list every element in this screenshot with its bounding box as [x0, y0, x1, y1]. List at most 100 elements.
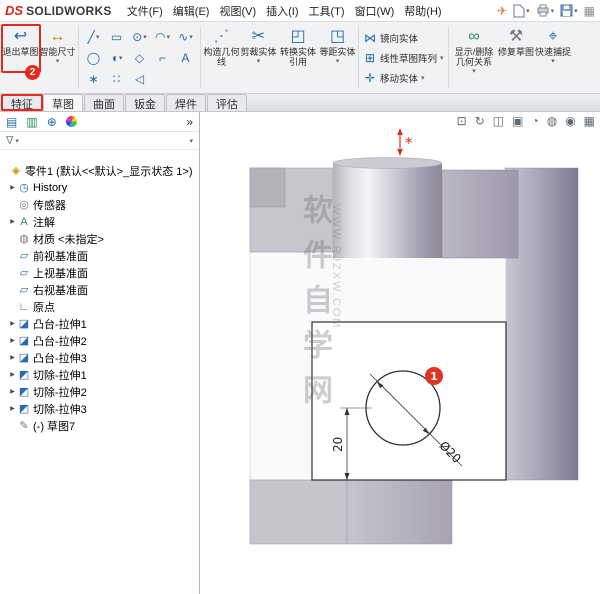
- sketch-rectangle[interactable]: [311, 321, 507, 481]
- offset-entities-button[interactable]: ◳ 等距实体 ▾: [319, 24, 356, 91]
- save-button[interactable]: ▾: [560, 4, 578, 17]
- menu-help[interactable]: 帮助(H): [399, 1, 446, 21]
- repair-sketch-button[interactable]: ⚒ 修复草图: [498, 24, 535, 91]
- appearances-icon[interactable]: ◉: [565, 114, 575, 128]
- repair-sketch-icon: ⚒: [508, 28, 524, 45]
- tree-item-cut-extrude2[interactable]: ▶ ◩ 切除-拉伸2: [0, 383, 199, 400]
- hide-items-icon[interactable]: ◍: [547, 114, 557, 128]
- mirror-entities-button[interactable]: ⋈ 镜向实体: [363, 28, 444, 48]
- model-left-foot: [249, 479, 348, 545]
- tab-evaluate[interactable]: 评估: [207, 94, 247, 111]
- expand-arrow-icon[interactable]: ▶: [8, 337, 17, 344]
- convert-entities-button[interactable]: ◰ 转换实体引用: [277, 24, 319, 91]
- expand-arrow-icon[interactable]: ▶: [8, 320, 17, 327]
- sketch-origin-marker[interactable]: *: [397, 128, 413, 156]
- tree-item-sensors[interactable]: ◎ 传感器: [0, 196, 199, 213]
- display-style-icon[interactable]: ◔: [531, 114, 538, 128]
- tree-item-cut-extrude3[interactable]: ▶ ◩ 切除-拉伸3: [0, 400, 199, 417]
- section-view-icon[interactable]: ◫: [493, 114, 504, 128]
- graphics-viewport[interactable]: ⊡ ↻ ◫ ▣ ◔ ◍ ◉ ▦ Ø20 20 * 1 软件自学网 WWW.RJZ…: [200, 112, 600, 594]
- displaymanager-tab-icon[interactable]: [65, 116, 77, 127]
- pattern-icon[interactable]: ∷: [105, 68, 128, 89]
- expand-arrow-icon[interactable]: ▶: [8, 184, 17, 191]
- circle-icon[interactable]: ⊙ ▾: [128, 26, 151, 47]
- tab-sheet-metal[interactable]: 钣金: [125, 94, 165, 111]
- menu-tools[interactable]: 工具(T): [304, 1, 350, 21]
- plane-icon: ▱: [19, 267, 29, 279]
- fillet-icon[interactable]: ⌐: [151, 47, 174, 68]
- dropdown-caret-icon[interactable]: ▾: [15, 137, 19, 145]
- dropdown-caret-icon: ▾: [95, 33, 100, 41]
- configurationmanager-tab-icon[interactable]: ⊕: [47, 115, 57, 129]
- menu-file[interactable]: 文件(F): [122, 1, 168, 21]
- tree-item-boss-extrude1[interactable]: ▶ ◪ 凸台-拉伸1: [0, 315, 199, 332]
- quick-snaps-button[interactable]: ⌖ 快速捕捉 ▾: [535, 24, 572, 91]
- vertical-dimension-text[interactable]: 20: [331, 437, 345, 452]
- spline-icon[interactable]: ∿ ▾: [174, 26, 197, 47]
- text-icon[interactable]: A: [174, 47, 197, 68]
- menu-insert[interactable]: 插入(I): [261, 1, 303, 21]
- tree-item-part[interactable]: ◈ 零件1 (默认<<默认>_显示状态 1>): [0, 162, 199, 179]
- slot-icon[interactable]: ◖ ▾: [105, 47, 128, 68]
- expand-arrow-icon[interactable]: ▶: [8, 354, 17, 361]
- filter-funnel-icon[interactable]: ∇: [6, 134, 13, 147]
- tree-item-annotations[interactable]: ▶ A 注解: [0, 213, 199, 230]
- mirror-small-icon[interactable]: ◁: [128, 68, 151, 89]
- tree-item-boss-extrude3[interactable]: ▶ ◪ 凸台-拉伸3: [0, 349, 199, 366]
- menu-window[interactable]: 窗口(W): [350, 1, 400, 21]
- tree-item-origin[interactable]: ∟ 原点: [0, 298, 199, 315]
- expand-arrow-icon[interactable]: ▶: [8, 388, 17, 395]
- zoom-fit-icon[interactable]: ⊡: [457, 114, 467, 128]
- print-button[interactable]: ▾: [536, 4, 554, 17]
- expand-arrow-icon[interactable]: ▶: [8, 371, 17, 378]
- tree-item-cut-extrude1[interactable]: ▶ ◩ 切除-拉伸1: [0, 366, 199, 383]
- propertymanager-tab-icon[interactable]: ▥: [26, 115, 37, 129]
- linear-sketch-pattern-button[interactable]: ⊞ 线性草图阵列 ▾: [363, 48, 444, 68]
- scene-icon[interactable]: ▦: [584, 114, 595, 128]
- tab-surfaces[interactable]: 曲面: [84, 94, 124, 111]
- panel-flyout-icon[interactable]: »: [186, 115, 193, 129]
- previous-view-icon[interactable]: ↻: [475, 114, 485, 128]
- construction-geometry-button[interactable]: ⋰ 构造几何线: [203, 24, 240, 91]
- point-icon[interactable]: ∗: [82, 68, 105, 89]
- featuremanager-tab-icon[interactable]: ▤: [6, 115, 17, 129]
- tree-item-front-plane[interactable]: ▱ 前视基准面: [0, 247, 199, 264]
- options-grid-icon[interactable]: ▦: [584, 4, 595, 18]
- new-document-button[interactable]: ▾: [513, 4, 530, 18]
- tree-item-sketch7[interactable]: ✎ (-) 草图7: [0, 417, 199, 434]
- model-top-right-block: [441, 169, 519, 259]
- line-icon[interactable]: ╱ ▾: [82, 26, 105, 47]
- annotation-step-badge-1: 1: [425, 367, 443, 385]
- offset-entities-label: 等距实体: [319, 47, 356, 57]
- display-delete-relations-button[interactable]: ∞ 显示/删除几何关系 ▾: [451, 24, 498, 91]
- tree-item-right-plane[interactable]: ▱ 右视基准面: [0, 281, 199, 298]
- resources-icon[interactable]: ✈: [497, 4, 507, 18]
- exit-sketch-button[interactable]: ↩ 退出草图: [2, 24, 39, 91]
- tree-item-label: 上视基准面: [33, 267, 88, 280]
- trim-entities-button[interactable]: ✂ 剪裁实体 ▾: [240, 24, 277, 91]
- tree-item-boss-extrude2[interactable]: ▶ ◪ 凸台-拉伸2: [0, 332, 199, 349]
- tab-weldments[interactable]: 焊件: [166, 94, 206, 111]
- tree-item-top-plane[interactable]: ▱ 上视基准面: [0, 264, 199, 281]
- smart-dimension-button[interactable]: ↔ 智能尺寸 ▾: [39, 24, 76, 91]
- tab-sketch[interactable]: 草图: [43, 94, 83, 111]
- tree-item-label: 原点: [33, 301, 55, 314]
- tree-item-material[interactable]: ◍ 材质 <未指定>: [0, 230, 199, 247]
- ribbon-separator: [200, 27, 201, 88]
- rectangle-icon[interactable]: ▭: [105, 26, 128, 47]
- polygon-icon[interactable]: ◇: [128, 47, 151, 68]
- arc-icon[interactable]: ◠ ▾: [151, 26, 174, 47]
- collapse-caret-icon[interactable]: ▾: [189, 137, 193, 145]
- tree-item-history[interactable]: ▶ ◷ History: [0, 179, 199, 196]
- menu-edit[interactable]: 编辑(E): [168, 1, 215, 21]
- menu-view[interactable]: 视图(V): [214, 1, 261, 21]
- move-entities-button[interactable]: ✛ 移动实体 ▾: [363, 68, 444, 88]
- convert-entities-label: 转换实体引用: [279, 47, 316, 67]
- expand-arrow-icon[interactable]: ▶: [8, 405, 17, 412]
- tab-features[interactable]: 特征: [2, 94, 42, 111]
- construction-geometry-icon: ⋰: [213, 28, 230, 45]
- ellipse-icon[interactable]: ◯: [82, 47, 105, 68]
- sketch-icon: ✎: [19, 420, 29, 432]
- expand-arrow-icon[interactable]: ▶: [8, 218, 17, 225]
- view-orientation-icon[interactable]: ▣: [512, 114, 523, 128]
